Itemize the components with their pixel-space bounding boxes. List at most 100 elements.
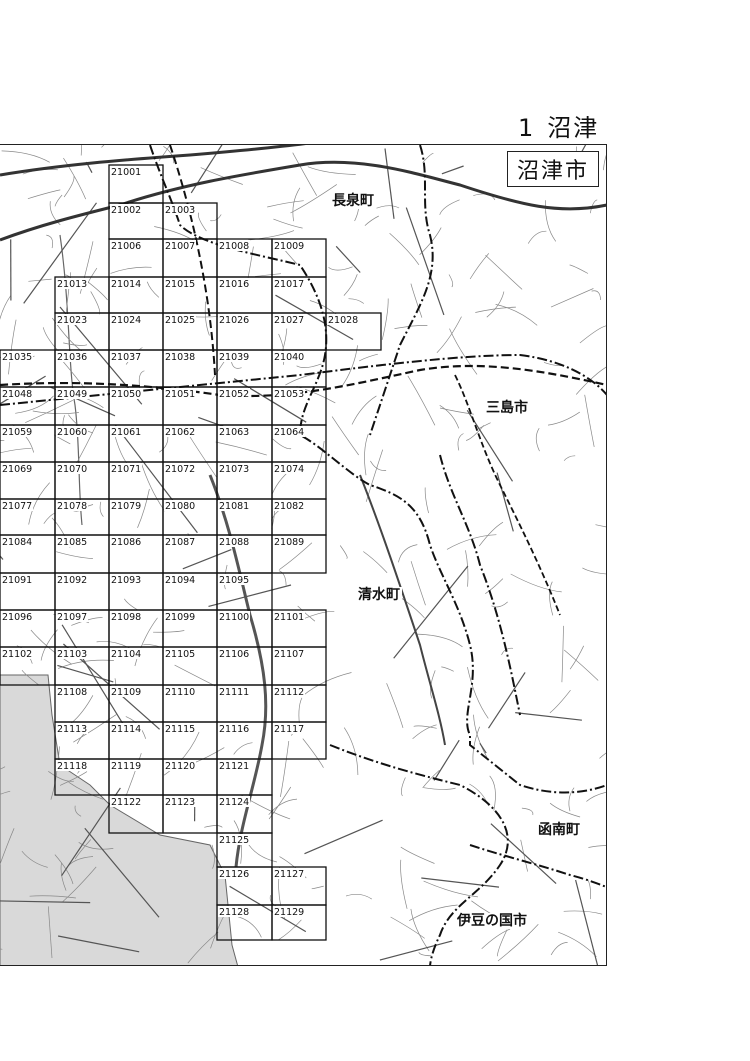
main-road (515, 712, 582, 721)
sheet-number: 21026 (219, 315, 249, 326)
sheet-number: 21037 (111, 352, 141, 363)
road (457, 433, 464, 451)
sheet-number: 21073 (219, 464, 249, 475)
road (292, 187, 301, 222)
road (599, 752, 606, 759)
sheet-number: 21100 (219, 612, 249, 623)
road (80, 145, 82, 156)
sheet-number: 21110 (165, 687, 195, 698)
sheet-number: 21094 (165, 575, 195, 586)
sheet-number: 21097 (57, 612, 87, 623)
road (54, 194, 63, 207)
town-label-shimizu: 清水町 (356, 587, 402, 603)
sheet-number: 21009 (274, 241, 304, 252)
main-road (433, 739, 460, 781)
road (99, 501, 104, 517)
sheet-number: 21002 (111, 205, 141, 216)
road (363, 551, 388, 573)
road (153, 630, 185, 633)
main-road (405, 207, 445, 316)
road (561, 625, 564, 683)
page-header: 1 沼津 (518, 108, 599, 143)
sheet-number: 21035 (2, 352, 32, 363)
road (489, 775, 496, 811)
road (401, 777, 406, 797)
sheet-number: 21106 (219, 649, 249, 660)
road (255, 273, 281, 277)
road (563, 649, 599, 681)
sheet-number: 21007 (165, 241, 195, 252)
road (174, 664, 216, 687)
road (587, 879, 591, 900)
main-road (393, 565, 469, 659)
road (359, 353, 378, 362)
sheet-number: 21053 (274, 389, 304, 400)
road (63, 342, 88, 346)
main-road (182, 549, 232, 570)
kannami-boundary (469, 844, 606, 888)
sheet-number: 21102 (2, 649, 32, 660)
road (348, 298, 365, 304)
road (449, 328, 478, 375)
map-canvas: 21001 21002 21003 21006 21007 21008 21009 21013… (0, 145, 606, 965)
road (90, 291, 101, 315)
road (413, 725, 437, 729)
road (549, 689, 571, 714)
main-road (487, 672, 526, 729)
road (328, 266, 353, 271)
road (478, 521, 504, 547)
sheet-number: 21050 (111, 389, 141, 400)
road (591, 290, 601, 301)
road (588, 845, 606, 848)
sheet-number: 21082 (274, 501, 304, 512)
sheet-number: 21103 (57, 649, 87, 660)
main-road (57, 664, 114, 683)
road (0, 447, 32, 454)
road (535, 428, 540, 452)
road (394, 325, 428, 329)
sheet-number: 21074 (274, 464, 304, 475)
sheet-number: 21016 (219, 279, 249, 290)
main-road (496, 472, 514, 532)
sheet-number: 21107 (274, 649, 304, 660)
sheet-number: 21013 (57, 279, 87, 290)
sheet-number: 21064 (274, 427, 304, 438)
road (497, 923, 539, 962)
road (439, 199, 460, 215)
road (407, 375, 436, 426)
sheet-number: 21008 (219, 241, 249, 252)
town-label-izunokuni: 伊豆の国市 (455, 913, 529, 929)
road (386, 683, 404, 729)
road (381, 298, 389, 340)
sheet-number: 21098 (111, 612, 141, 623)
sheet-number: 21062 (165, 427, 195, 438)
road (25, 399, 73, 424)
sheet-number: 21051 (165, 389, 195, 400)
road (296, 363, 322, 368)
gotemba-line (169, 145, 216, 376)
road (485, 255, 523, 290)
road (389, 232, 420, 265)
kano-river (208, 474, 268, 868)
sheet-number: 21061 (111, 427, 141, 438)
road (422, 152, 434, 163)
road (43, 512, 56, 524)
sheet-number: 21014 (111, 279, 141, 290)
road (595, 524, 606, 528)
shin-tomei-expressway (0, 145, 306, 177)
nagaizumi-boundary (369, 145, 434, 436)
sheet-number: 21023 (57, 315, 87, 326)
road (409, 904, 458, 922)
road (197, 212, 207, 232)
page-number: 1 (518, 114, 536, 142)
sheet-number: 21115 (165, 724, 195, 735)
road (140, 461, 166, 512)
city-title: 沼津市 (507, 151, 599, 187)
sheet-number: 21095 (219, 575, 249, 586)
main-road (575, 879, 599, 965)
sheet-number: 21092 (57, 575, 87, 586)
road (549, 802, 581, 818)
road (110, 266, 152, 274)
main-road (479, 742, 487, 754)
road (343, 274, 358, 296)
